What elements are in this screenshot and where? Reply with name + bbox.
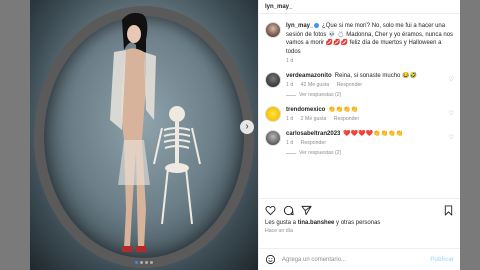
reply-button[interactable]: Responder [301,140,326,146]
carousel-dot [135,261,138,264]
caption-block: lyn_may_ ¿Que si me morí? No, solo me fu… [265,22,454,64]
comment-likes[interactable]: 42 Me gusta [301,82,330,88]
carousel-next-button[interactable]: › [240,120,254,134]
comment-text: ❤️❤️❤️❤️👏👏👏👏 [343,131,404,137]
commenter-avatar[interactable] [265,106,281,122]
reply-button[interactable]: Responder [334,116,359,122]
comment-input[interactable]: Agrega un comentario... [282,257,424,263]
liker-username[interactable]: tina.banshee [298,220,335,226]
view-replies-button[interactable]: Ver respuestas (2) [286,150,454,156]
post-modal: › lyn_may_ lyn_may_ ¿Que si me morí? No,… [30,0,460,270]
commenter-avatar[interactable] [265,72,281,88]
heart-icon[interactable] [265,205,276,216]
bookmark-icon[interactable] [443,204,454,216]
comment-icon[interactable] [283,205,294,216]
caption-time: 1 d [286,58,294,64]
carousel-dot [140,261,143,264]
caption-text: lyn_may_ ¿Que si me morí? No, solo me fu… [286,22,454,56]
commenter-avatar[interactable] [265,130,281,146]
carousel-dot [145,261,148,264]
post-photo[interactable]: › [30,0,258,270]
comment-time: 1 d [286,140,294,146]
heart-icon[interactable]: ♡ [449,134,454,141]
comments-scroll[interactable]: lyn_may_ ¿Que si me morí? No, solo me fu… [259,18,460,196]
comment-text: Reina, si sonaste mucho 😂🤣 [334,73,417,79]
publish-button[interactable]: Publicar [430,257,454,263]
heart-icon[interactable]: ♡ [449,76,454,83]
share-icon[interactable] [301,205,312,216]
emoji-icon[interactable] [265,254,276,265]
post-time: Hace un día [265,228,293,234]
reply-button[interactable]: Responder [337,82,362,88]
author-avatar[interactable] [265,22,281,38]
likes-summary[interactable]: Les gusta a tina.banshee y otras persona… [265,220,454,226]
verified-badge-icon [314,22,320,28]
view-replies-button[interactable]: Ver respuestas (2) [286,92,454,98]
comment-text: 👏👏👏👏 [328,107,359,113]
comment-username[interactable]: verdeamazonito [286,73,332,79]
caption-username[interactable]: lyn_may_ [286,23,313,29]
heart-icon[interactable]: ♡ [449,110,454,117]
carousel-dot [150,261,153,264]
comment-username[interactable]: trendomexico [286,107,325,113]
carousel-dots [30,261,258,264]
comment-time: 1 d [286,116,294,122]
comment-username[interactable]: carlosabeltran2023 [286,131,340,137]
skeleton-figure [153,106,201,225]
comment-item: verdeamazonito Reina, si sonaste mucho 😂🤣… [265,72,454,88]
comment-item: trendomexico 👏👏👏👏 1 d 2 Me gusta Responde… [265,106,454,122]
comment-likes[interactable]: 2 Me gusta [301,116,327,122]
comment-time: 1 d [286,82,294,88]
header-username[interactable]: lyn_may_ [265,4,292,10]
chevron-right-icon: › [245,121,249,132]
add-comment-bar: Agrega un comentario... Publicar [259,248,460,270]
post-header: lyn_may_ [259,0,460,14]
post-sidebar: lyn_may_ lyn_may_ ¿Que si me morí? No, s… [258,0,460,270]
comment-item: carlosabeltran2023 ❤️❤️❤️❤️👏👏👏👏 1 d Respo… [265,130,454,146]
